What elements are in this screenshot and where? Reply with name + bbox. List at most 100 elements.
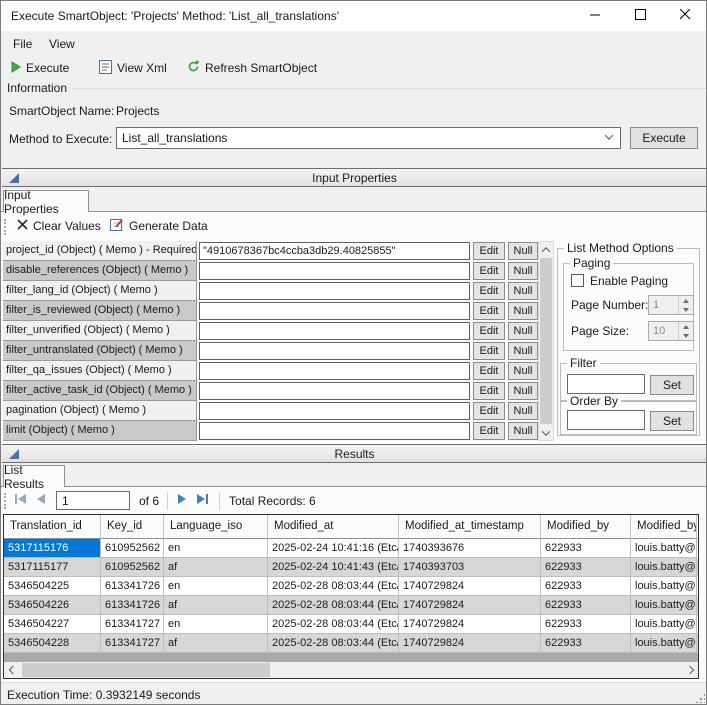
- refresh-smartobject-button[interactable]: Refresh SmartObject: [181, 57, 323, 79]
- results-horizontal-scrollbar[interactable]: [4, 662, 698, 678]
- spinner-up-icon[interactable]: [679, 296, 693, 305]
- first-page-button[interactable]: [14, 493, 28, 508]
- previous-page-button[interactable]: [36, 493, 47, 508]
- next-page-button[interactable]: [176, 493, 187, 508]
- table-row[interactable]: 5317115176610952562en2025-02-24 10:41:16…: [4, 539, 698, 558]
- results-section-header[interactable]: Results: [2, 444, 707, 463]
- table-cell[interactable]: 610952562: [101, 539, 164, 558]
- input-properties-section-header[interactable]: Input Properties: [2, 168, 707, 187]
- table-row[interactable]: 5346504227613341727en2025-02-28 08:03:44…: [4, 615, 698, 634]
- table-cell[interactable]: en: [164, 615, 268, 634]
- enable-paging-checkbox[interactable]: [571, 274, 584, 287]
- scroll-left-button[interactable]: [5, 663, 20, 677]
- table-cell[interactable]: louis.batty@nint: [631, 558, 697, 577]
- table-cell[interactable]: 2025-02-24 10:41:16 (Etc/UTC): [268, 539, 399, 558]
- table-cell[interactable]: 1740393703: [399, 558, 541, 577]
- table-row[interactable]: 5317115177610952562af2025-02-24 10:41:43…: [4, 558, 698, 577]
- property-value-input[interactable]: [199, 302, 470, 320]
- current-page-input[interactable]: 1: [56, 491, 130, 510]
- view-xml-button[interactable]: View Xml: [93, 57, 173, 79]
- property-value-input[interactable]: [199, 362, 470, 380]
- table-cell[interactable]: 5346504228: [4, 634, 101, 653]
- order-by-input[interactable]: [567, 410, 645, 430]
- table-cell[interactable]: 2025-02-24 10:41:43 (Etc/UTC): [268, 558, 399, 577]
- scrollbar-thumb[interactable]: [22, 663, 270, 677]
- null-button[interactable]: Null: [508, 282, 538, 300]
- column-header[interactable]: Language_iso: [164, 515, 268, 539]
- property-value-input[interactable]: [199, 402, 470, 420]
- pager-grip[interactable]: [4, 493, 7, 509]
- column-header[interactable]: Translation_id: [4, 515, 101, 539]
- edit-button[interactable]: Edit: [473, 422, 505, 440]
- table-cell[interactable]: louis.batty@nint: [631, 577, 697, 596]
- order-by-set-button[interactable]: Set: [650, 411, 694, 431]
- edit-button[interactable]: Edit: [473, 402, 505, 420]
- column-header[interactable]: Modified_by_: [631, 515, 697, 539]
- null-button[interactable]: Null: [508, 262, 538, 280]
- table-row[interactable]: 5346504225613341726en2025-02-28 08:03:44…: [4, 577, 698, 596]
- close-button[interactable]: [663, 1, 707, 31]
- tab-input-properties[interactable]: Input Properties: [3, 190, 89, 212]
- toolbar-grip[interactable]: [4, 219, 7, 235]
- table-cell[interactable]: en: [164, 577, 268, 596]
- execute-method-button[interactable]: Execute: [630, 127, 698, 149]
- properties-vertical-scrollbar[interactable]: [538, 241, 554, 441]
- edit-button[interactable]: Edit: [473, 282, 505, 300]
- table-cell[interactable]: 622933: [541, 615, 631, 634]
- table-cell[interactable]: louis.batty@nint: [631, 596, 697, 615]
- scroll-down-button[interactable]: [539, 425, 553, 440]
- table-cell[interactable]: 1740729824: [399, 634, 541, 653]
- filter-set-button[interactable]: Set: [650, 375, 694, 395]
- table-cell[interactable]: 2025-02-28 08:03:44 (Etc/UTC): [268, 596, 399, 615]
- column-header[interactable]: Modified_at: [268, 515, 399, 539]
- table-cell[interactable]: 622933: [541, 577, 631, 596]
- edit-button[interactable]: Edit: [473, 362, 505, 380]
- column-header[interactable]: Modified_at_timestamp: [399, 515, 541, 539]
- table-cell[interactable]: 2025-02-28 08:03:44 (Etc/UTC): [268, 577, 399, 596]
- scroll-right-button[interactable]: [682, 663, 697, 677]
- edit-button[interactable]: Edit: [473, 262, 505, 280]
- menu-view[interactable]: View: [43, 35, 81, 53]
- table-cell[interactable]: af: [164, 558, 268, 577]
- edit-button[interactable]: Edit: [473, 302, 505, 320]
- table-cell[interactable]: 622933: [541, 596, 631, 615]
- edit-button[interactable]: Edit: [473, 242, 505, 260]
- property-value-input[interactable]: "4910678367bc4ccba3db29.40825855": [199, 242, 470, 260]
- table-cell[interactable]: 622933: [541, 558, 631, 577]
- table-cell[interactable]: 5317115177: [4, 558, 101, 577]
- null-button[interactable]: Null: [508, 382, 538, 400]
- table-cell[interactable]: louis.batty@nint: [631, 634, 697, 653]
- table-cell[interactable]: 1740729824: [399, 577, 541, 596]
- method-dropdown[interactable]: List_all_translations: [116, 127, 621, 149]
- column-header[interactable]: Modified_by: [541, 515, 631, 539]
- table-cell[interactable]: 1740729824: [399, 615, 541, 634]
- table-cell[interactable]: louis.batty@nint: [631, 539, 697, 558]
- table-cell[interactable]: en: [164, 539, 268, 558]
- column-header[interactable]: Key_id: [101, 515, 164, 539]
- table-cell[interactable]: 613341727: [101, 615, 164, 634]
- generate-data-button[interactable]: Generate Data: [104, 215, 214, 237]
- last-page-button[interactable]: [196, 493, 210, 508]
- table-cell[interactable]: 1740729824: [399, 596, 541, 615]
- property-value-input[interactable]: [199, 342, 470, 360]
- property-value-input[interactable]: [199, 282, 470, 300]
- execute-toolbar-button[interactable]: Execute: [5, 57, 75, 79]
- edit-button[interactable]: Edit: [473, 322, 505, 340]
- selected-table-cell[interactable]: 5317115176: [4, 539, 101, 558]
- table-row[interactable]: 5346504228613341727af2025-02-28 08:03:44…: [4, 634, 698, 653]
- table-cell[interactable]: 622933: [541, 539, 631, 558]
- table-cell[interactable]: 2025-02-28 08:03:44 (Etc/UTC): [268, 634, 399, 653]
- table-cell[interactable]: 5346504225: [4, 577, 101, 596]
- spinner-down-icon[interactable]: [679, 331, 693, 340]
- table-cell[interactable]: af: [164, 596, 268, 615]
- maximize-button[interactable]: [618, 1, 663, 31]
- null-button[interactable]: Null: [508, 362, 538, 380]
- table-cell[interactable]: af: [164, 634, 268, 653]
- property-value-input[interactable]: [199, 262, 470, 280]
- scroll-up-button[interactable]: [539, 242, 553, 257]
- null-button[interactable]: Null: [508, 342, 538, 360]
- scrollbar-thumb[interactable]: [540, 258, 552, 424]
- table-cell[interactable]: 5346504227: [4, 615, 101, 634]
- table-row[interactable]: 5346504226613341726af2025-02-28 08:03:44…: [4, 596, 698, 615]
- table-cell[interactable]: 613341726: [101, 577, 164, 596]
